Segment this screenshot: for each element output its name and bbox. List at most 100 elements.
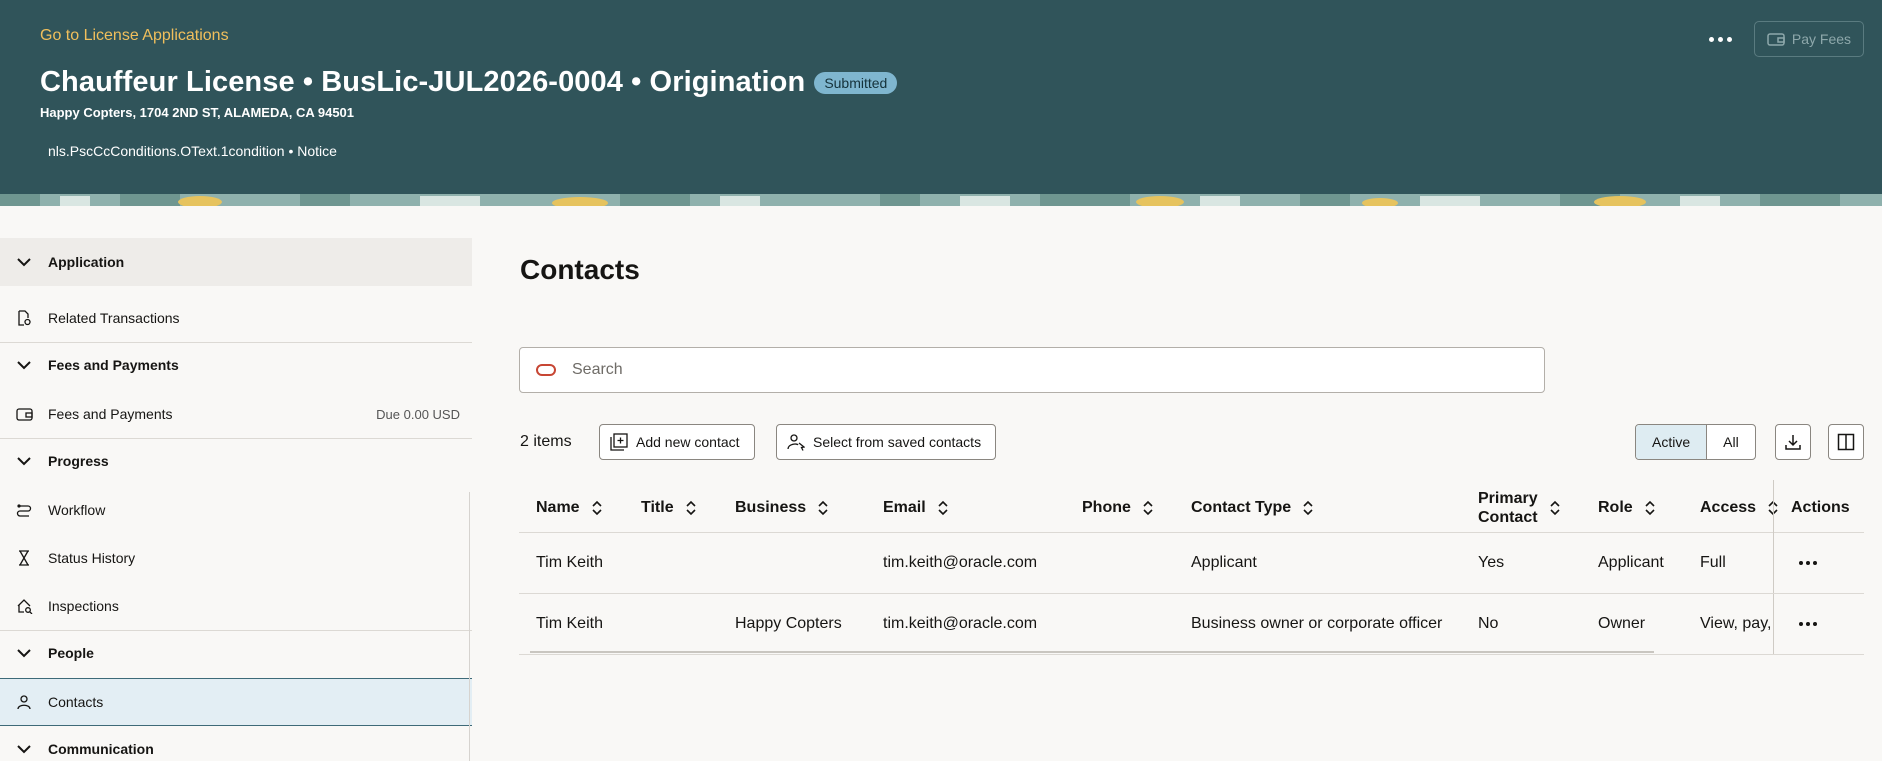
sidebar-item-contacts[interactable]: Contacts [0, 678, 472, 726]
column-label: Access [1700, 499, 1757, 516]
column-header-access[interactable]: Access [1700, 486, 1778, 530]
filter-active[interactable]: Active [1636, 425, 1708, 459]
button-label: Add new contact [636, 434, 740, 450]
horizontal-scrollbar[interactable] [530, 651, 1654, 653]
column-header-contact-type[interactable]: Contact Type [1191, 486, 1313, 530]
dot-icon [1799, 622, 1803, 626]
column-header-role[interactable]: Role [1598, 486, 1655, 530]
column-header-title[interactable]: Title [641, 486, 696, 530]
dot-icon [1806, 622, 1810, 626]
column-header-business[interactable]: Business [735, 486, 828, 530]
cell-contact-type: Applicant [1191, 554, 1257, 571]
cell-email: tim.keith@oracle.com [883, 554, 1038, 571]
cell-business: Happy Copters [735, 615, 842, 632]
sidebar-item-label: Inspections [48, 598, 119, 614]
cell-email: tim.keith@oracle.com [883, 615, 1038, 632]
wallet-icon [1767, 33, 1785, 46]
section-title: Contacts [520, 254, 640, 285]
chevron-down-icon [17, 456, 31, 465]
sort-icon [1645, 500, 1655, 516]
column-header-name[interactable]: Name [536, 486, 602, 530]
columns-icon [1837, 433, 1855, 451]
section-people[interactable]: People [0, 629, 472, 677]
chevron-down-icon [17, 360, 31, 369]
filter-all[interactable]: All [1707, 425, 1755, 459]
person-icon [17, 695, 31, 710]
row-divider [519, 654, 1864, 655]
workflow-icon [16, 504, 32, 517]
header-divider [519, 532, 1864, 533]
decorative-banner [0, 194, 1882, 206]
cell-access: Full [1700, 554, 1726, 571]
cell-primary-contact: No [1478, 615, 1499, 632]
chevron-down-icon [17, 648, 31, 657]
section-application[interactable]: Application [0, 238, 472, 286]
column-label: Primary Contact [1478, 489, 1538, 527]
section-progress[interactable]: Progress [0, 437, 472, 485]
chevron-down-icon [17, 257, 31, 266]
row-actions-button[interactable] [1796, 553, 1820, 573]
sort-icon [818, 500, 828, 516]
wallet-icon [15, 408, 33, 421]
section-communication[interactable]: Communication [0, 725, 472, 761]
row-actions-button[interactable] [1796, 614, 1820, 634]
pay-fees-button[interactable]: Pay Fees [1754, 21, 1864, 57]
dot-icon [1717, 36, 1723, 42]
column-label: Title [641, 499, 674, 516]
back-to-license-applications-link[interactable]: Go to License Applications [40, 27, 229, 45]
search-bar[interactable] [519, 347, 1545, 393]
dot-icon [1799, 561, 1803, 565]
cell-access: View, pay, [1700, 615, 1772, 632]
condition-text: nls.PscCcConditions.OText.1condition • N… [48, 143, 337, 159]
select-saved-contacts-button[interactable]: Select from saved contacts [776, 424, 997, 460]
sort-icon [686, 500, 696, 516]
cell-name: Tim Keith [536, 554, 603, 571]
sort-icon [1303, 500, 1313, 516]
sidebar-item-workflow[interactable]: Workflow [0, 486, 472, 534]
sidebar-item-fees-and-payments[interactable]: Fees and Payments Due 0.00 USD [0, 390, 472, 438]
person-select-icon [787, 434, 805, 451]
column-label: Phone [1082, 499, 1131, 516]
cell-role: Applicant [1598, 554, 1664, 571]
more-options-button[interactable] [1700, 24, 1740, 54]
sort-icon [592, 500, 602, 516]
document-link-icon [18, 310, 31, 326]
column-header-phone[interactable]: Phone [1082, 486, 1153, 530]
column-header-primary-contact[interactable]: Primary Contact [1478, 486, 1560, 530]
sidebar-item-inspections[interactable]: Inspections [0, 582, 472, 630]
sidebar-item-related-transactions[interactable]: Related Transactions [0, 294, 472, 342]
sidebar-item-label: Workflow [48, 502, 106, 518]
sidebar-item-label: Fees and Payments [48, 406, 173, 422]
column-layout-button[interactable] [1828, 424, 1864, 460]
oracle-search-icon [536, 364, 556, 376]
sidebar-item-status-history[interactable]: Status History [0, 534, 472, 582]
download-icon [1785, 435, 1801, 450]
add-new-contact-button[interactable]: Add new contact [599, 424, 755, 460]
title-row: Chauffeur License • BusLic-JUL2026-0004 … [40, 66, 898, 99]
dot-icon [1813, 622, 1817, 626]
dot-icon [1708, 36, 1714, 42]
column-label: Business [735, 499, 807, 516]
dot-icon [1726, 36, 1732, 42]
actions-column-divider [1773, 480, 1774, 655]
column-header-email[interactable]: Email [883, 486, 948, 530]
sort-icon [1550, 500, 1560, 516]
cell-role: Owner [1598, 615, 1646, 632]
section-label: People [48, 645, 94, 661]
amount-due: Due 0.00 USD [376, 406, 460, 422]
cell-name: Tim Keith [536, 615, 603, 632]
column-label: Contact Type [1191, 499, 1292, 516]
download-button[interactable] [1775, 424, 1811, 460]
dot-icon [1806, 561, 1810, 565]
items-count: 2 items [520, 433, 572, 450]
column-label: Name [536, 499, 580, 516]
address-text: Happy Copters, 1704 2ND ST, ALAMEDA, CA … [40, 105, 355, 120]
house-search-icon [17, 599, 32, 614]
search-input[interactable] [572, 361, 1544, 379]
column-label-line: Primary [1478, 490, 1538, 507]
section-fees-and-payments[interactable]: Fees and Payments [0, 341, 472, 389]
sort-icon [938, 500, 948, 516]
section-label: Progress [48, 453, 109, 469]
sidebar-item-label: Related Transactions [48, 310, 180, 326]
cell-contact-type: Business owner or corporate officer [1191, 615, 1443, 632]
